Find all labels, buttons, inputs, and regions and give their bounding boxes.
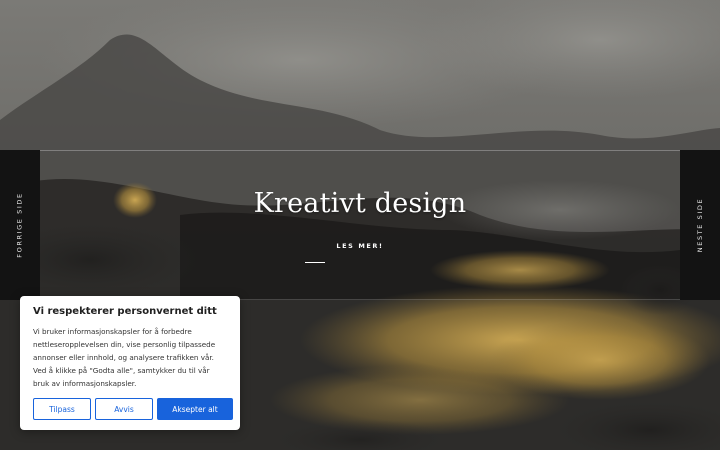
cookie-consent-banner: Vi respekterer personvernet ditt Vi bruk… <box>20 296 240 430</box>
reject-button[interactable]: Avvis <box>95 398 153 420</box>
customize-button[interactable]: Tilpass <box>33 398 91 420</box>
previous-slide-button[interactable]: FORRIGE SIDE <box>0 150 40 300</box>
next-slide-button[interactable]: NESTE SIDE <box>680 150 720 300</box>
slider-band <box>0 150 720 300</box>
cookie-banner-description: Vi bruker informasjonskapsler for å forb… <box>33 327 216 388</box>
read-more-link[interactable]: LES MER! <box>310 242 410 250</box>
cookie-banner-actions: Tilpass Avvis Aksepter alt <box>33 398 233 420</box>
accept-all-button[interactable]: Aksepter alt <box>157 398 233 420</box>
hero-title: Kreativt design <box>253 188 467 219</box>
cookie-banner-title: Vi respekterer personvernet ditt <box>33 306 217 317</box>
read-more-underline <box>305 262 325 263</box>
